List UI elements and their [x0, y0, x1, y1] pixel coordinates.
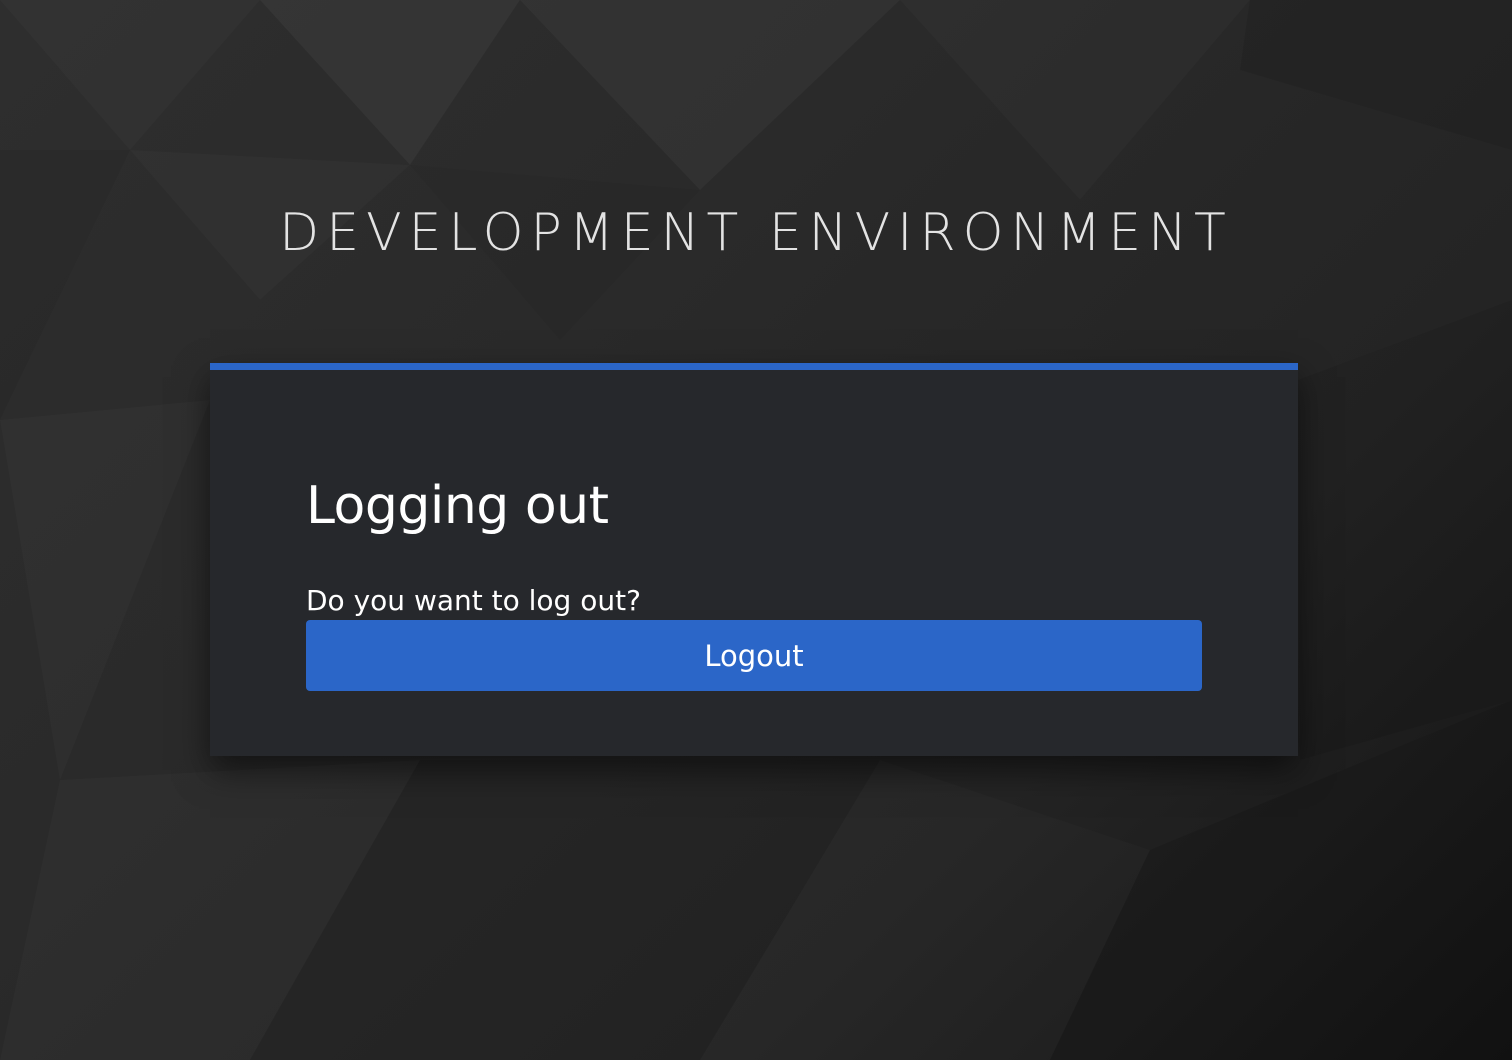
logout-prompt: Do you want to log out?: [306, 584, 641, 617]
app-title: DEVELOPMENT ENVIRONMENT: [279, 203, 1233, 263]
logout-card: Logging out Do you want to log out? Logo…: [210, 363, 1298, 756]
card-title: Logging out: [306, 476, 609, 536]
logout-button[interactable]: Logout: [306, 620, 1202, 691]
